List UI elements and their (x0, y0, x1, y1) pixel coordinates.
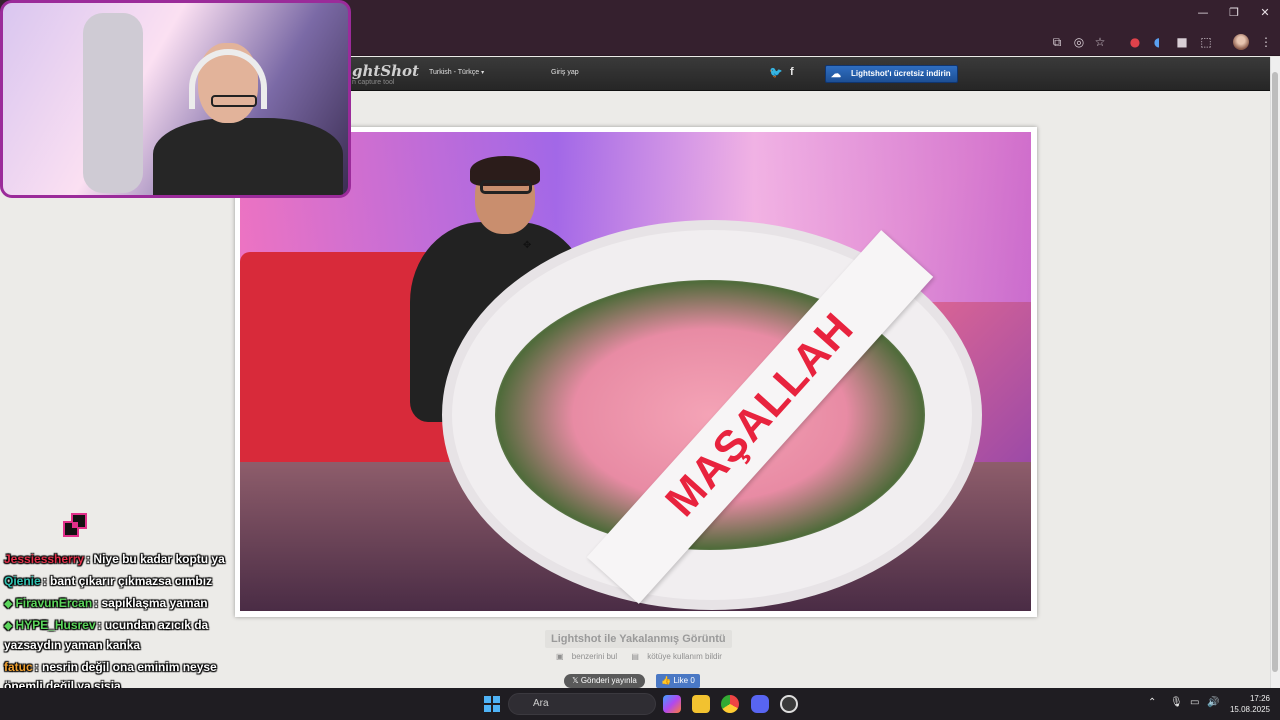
chat-text: : bant çıkarır çıkmazsa cımbız (42, 574, 213, 588)
twitter-icon[interactable]: 🐦 (769, 66, 783, 79)
trash-icon: ▤ (631, 652, 639, 661)
clock-time: 17:26 (1249, 694, 1270, 703)
x-logo-icon: 𝕏 (572, 676, 579, 685)
chat-username: Qienie (4, 574, 41, 588)
app-icon[interactable] (780, 695, 798, 713)
restore-button[interactable]: ❐ (1224, 5, 1244, 21)
report-abuse-link[interactable]: ▤ kötüye kullanım bildir (631, 652, 728, 661)
login-link[interactable]: Giriş yap (551, 69, 579, 76)
chat-text: : Niye bu kadar koptu ya (86, 552, 225, 566)
chat-message: Qienie: bant çıkarır çıkmazsa cımbız (4, 574, 212, 588)
chat-username: HYPE_Husrev (15, 618, 96, 632)
taskbar-search[interactable]: Ara (508, 693, 656, 715)
file-explorer-icon[interactable] (692, 695, 710, 713)
scrollbar-thumb[interactable] (1272, 72, 1278, 672)
chat-text: : ucundan azıcık da (97, 618, 209, 632)
find-similar-label: benzerini bul (571, 652, 618, 661)
chat-username: Jessiessherry (4, 552, 85, 566)
gem-badge-icon: ◆ (4, 597, 13, 610)
chat-text: yazsaydın yaman kanka (4, 638, 141, 652)
streamer-glasses (211, 95, 257, 107)
profile-avatar[interactable] (1233, 34, 1249, 50)
clock-date: 15.08.2025 (1229, 705, 1270, 714)
cloud-download-icon: ☁ (831, 69, 841, 80)
windows-start-icon[interactable] (484, 696, 500, 712)
eye-off-icon[interactable]: ◎ (1071, 34, 1087, 50)
report-label: kötüye kullanım bildir (647, 652, 722, 661)
download-label: Lightshot'ı ücretsiz indirin (851, 69, 951, 78)
streamer-body (153, 118, 343, 195)
puzzle-icon[interactable]: ⬚ (1198, 34, 1214, 50)
extension-icon[interactable]: ■ (1174, 34, 1190, 50)
image-icon: ▣ (556, 652, 564, 661)
volume-icon[interactable]: 🔊 (1207, 697, 1219, 708)
captured-image[interactable]: MAŞALLAH ✥ (240, 132, 1031, 611)
chat-message: fatuc: nesrin değil ona eminim neyse (4, 660, 217, 674)
chevron-down-icon: ▾ (481, 70, 485, 76)
find-similar-link[interactable]: ▣ benzerini bul (556, 652, 623, 661)
extension-audio-icon[interactable]: ◖ (1149, 34, 1165, 50)
chat-text: : nesrin değil ona eminim neyse (34, 660, 217, 674)
close-button[interactable]: ✕ (1255, 5, 1275, 21)
chat-message: ◆ HYPE_Husrev: ucundan azıcık da (4, 618, 208, 632)
chat-message: yazsaydın yaman kanka (4, 638, 140, 652)
cast-icon[interactable]: ⧉ (1049, 34, 1065, 50)
tweet-label: Gönderi yayınla (580, 676, 637, 685)
discord-icon[interactable] (751, 695, 769, 713)
gaming-chair (83, 13, 143, 193)
language-label: Turkish - Türkçe (429, 69, 480, 76)
chat-username: fatuc (4, 660, 33, 674)
gem-badge-icon: ◆ (4, 619, 13, 632)
like-label: Like 0 (673, 676, 695, 685)
bookmark-star-icon[interactable]: ☆ (1092, 34, 1108, 50)
mouse-cursor-icon: ✥ (523, 240, 532, 251)
lightshot-logo[interactable]: ghtShot (352, 62, 419, 80)
copilot-icon[interactable] (663, 695, 681, 713)
language-select[interactable]: Turkish - Türkçe ▾ (429, 69, 484, 76)
system-clock[interactable]: 17:26 15.08.2025 (1226, 693, 1270, 715)
extension-adblock-icon[interactable]: ● (1127, 34, 1143, 50)
minimize-button[interactable]: — (1193, 5, 1213, 21)
chat-text: : sapıklaşma yaman (94, 596, 208, 610)
microphone-icon[interactable]: 🎙 (1170, 697, 1183, 708)
network-icon[interactable]: ▭ (1190, 697, 1199, 708)
download-button[interactable]: ☁ Lightshot'ı ücretsiz indirin (825, 65, 958, 83)
person-glasses (480, 180, 532, 194)
streamer-figure (153, 43, 343, 195)
image-caption: Lightshot ile Yakalanmış Görüntü (545, 630, 732, 648)
lightshot-tagline: n capture tool (352, 79, 395, 86)
facebook-icon[interactable]: f (790, 66, 794, 78)
chevron-up-icon[interactable]: ⌃ (1148, 697, 1156, 708)
chat-logo-icon (63, 513, 87, 537)
chat-message: Jessiessherry: Niye bu kadar koptu ya (4, 552, 225, 566)
facebook-like-button[interactable]: 👍 Like 0 (656, 674, 700, 688)
chat-message: ◆ FiravunErcan: sapıklaşma yaman (4, 596, 208, 610)
menu-kebab-icon[interactable]: ⋮ (1258, 34, 1274, 50)
chat-username: FiravunErcan (15, 596, 93, 610)
thumbs-up-icon: 👍 (661, 676, 672, 685)
webcam-overlay (0, 0, 351, 198)
image-actions: ▣ benzerini bul ▤ kötüye kullanım bildir (556, 652, 734, 661)
tweet-button[interactable]: 𝕏 Gönderi yayınla (564, 674, 645, 688)
chrome-icon[interactable] (721, 695, 739, 713)
